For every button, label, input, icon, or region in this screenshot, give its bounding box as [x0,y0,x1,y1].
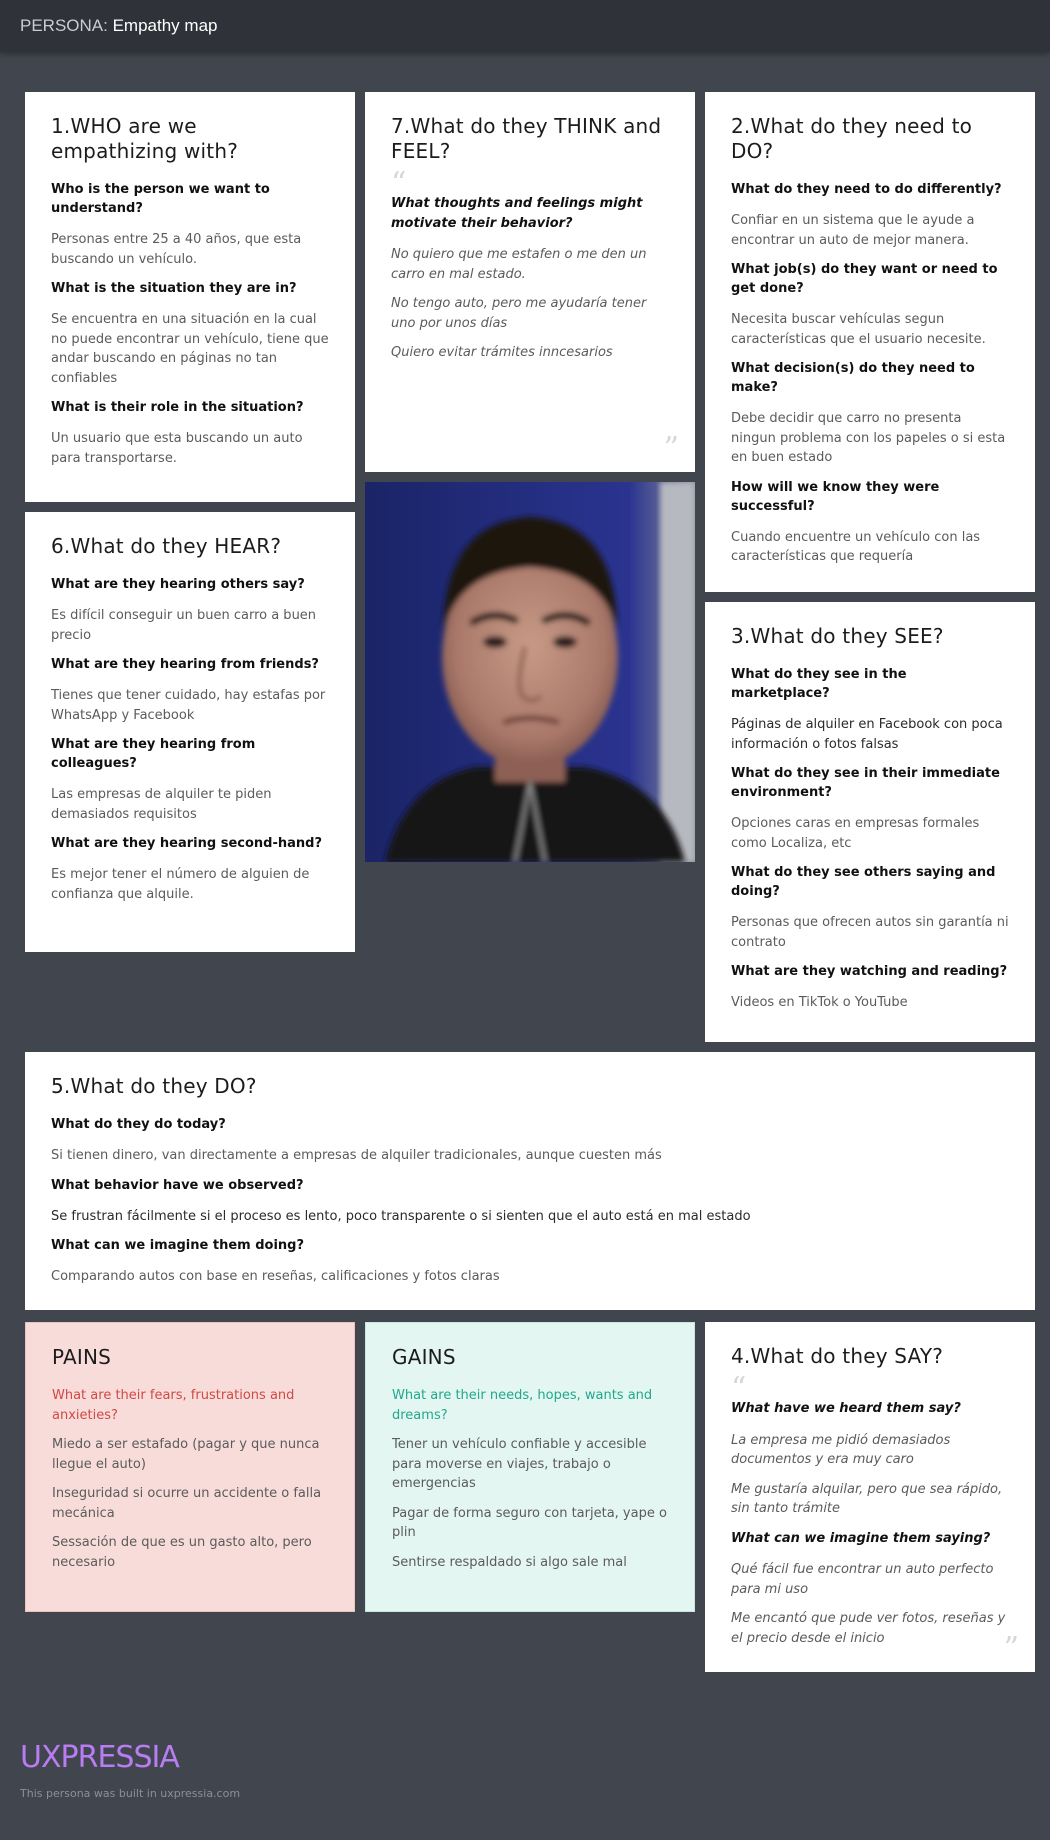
do-question: What behavior have we observed? [51,1177,304,1193]
gains-item: Pagar de forma seguro con tarjeta, yape … [392,1505,667,1541]
see-question: What do they see others saying and doing… [731,865,996,899]
pains-card: PAINS What are their fears, frustrations… [25,1322,355,1612]
close-quote-icon: ” [1003,1631,1019,1666]
who-question: What is their role in the situation? [51,400,304,415]
do-question: What do they do today? [51,1117,226,1132]
say-title: 4.What do they SAY? [731,1344,944,1368]
hear-answer: Es difícil conseguir un buen carro a bue… [51,608,317,643]
say-answer: Qué fácil fue encontrar un auto perfecto… [731,1562,994,1597]
do-answer: Comparando autos con base en reseñas, ca… [51,1269,500,1284]
open-quote-icon: “ [731,1371,747,1406]
hear-answer: Es mejor tener el número de alguien de c… [51,867,310,902]
say-answer: Me encantó que pude ver fotos, reseñas y… [731,1611,1006,1646]
pains-title: PAINS [52,1345,112,1369]
need-to-do-question: What do they need to do differently? [731,182,1002,197]
hear-question: What are they hearing from colleagues? [51,737,256,771]
do-answer: Si tienen dinero, van directamente a emp… [51,1148,662,1163]
say-question: What can we imagine them saying? [731,1530,991,1546]
hear-title: 6.What do they HEAR? [51,534,282,558]
who-answer: Se encuentra en una situación en la cual… [51,312,329,386]
say-answer: Me gustaría alquilar, pero que sea rápid… [731,1481,1003,1517]
need-to-do-answer: Cuando encuentre un vehículo con las car… [731,529,981,565]
need-to-do-card: 2.What do they need to DO? What do they … [705,92,1035,592]
hear-answer: Tienes que tener cuidado, hay estafas po… [51,688,326,723]
do-question: What can we imagine them doing? [51,1238,305,1253]
need-to-do-answer: Debe decidir que carro no presenta ningu… [731,411,1006,465]
gains-title: GAINS [392,1345,456,1369]
close-quote-icon: ” [663,431,679,466]
say-question: What have we heard them say? [731,1401,961,1416]
see-question: What are they watching and reading? [731,964,1008,979]
think-feel-answer: No tengo auto, pero me ayudaría tener un… [391,296,647,331]
hear-question: What are they hearing others say? [51,577,305,592]
hear-question: What are they hearing second-hand? [51,836,322,851]
need-to-do-question: What decision(s) do they need to make? [731,361,975,395]
see-question: What do they see in their immediate envi… [731,766,1000,800]
need-to-do-question: What job(s) do they want or need to get … [731,262,998,296]
hear-answer: Las empresas de alquiler te piden demasi… [51,787,272,822]
need-to-do-question: How will we know they were successful? [731,479,940,514]
see-answer: Páginas de alquiler en Facebook con poca… [731,717,1003,752]
need-to-do-answer: Necesita buscar vehículas segun caracter… [731,312,986,347]
see-title: 3.What do they SEE? [731,624,944,648]
say-card: 4.What do they SAY? “ What have we heard… [705,1322,1035,1672]
do-title: 5.What do they DO? [51,1074,257,1098]
who-answer: Un usuario que esta buscando un auto par… [51,431,303,466]
uxpressia-logo[interactable]: UXPRESSIA [20,1740,180,1775]
gains-card: GAINS What are their needs, hopes, wants… [365,1322,695,1612]
hear-question: What are they hearing from friends? [51,657,319,672]
pains-item: Miedo a ser estafado (pagar y que nunca … [52,1437,320,1472]
think-feel-card: 7.What do they THINK and FEEL? “ What th… [365,92,695,472]
need-to-do-title: 2.What do they need to DO? [731,114,973,163]
persona-portrait-image [365,482,695,862]
pains-item: Sessación de que es un gasto alto, pero … [52,1535,312,1570]
open-quote-icon: “ [391,166,407,201]
do-answer: Se frustran fácilmente si el proceso es … [51,1208,751,1224]
footer-credit: This persona was built in uxpressia.com [20,1787,241,1800]
page-title-prefix: PERSONA: [20,16,108,35]
pains-item: Inseguridad si ocurre un accidente o fal… [52,1486,322,1521]
pains-lead-question: What are their fears, frustrations and a… [52,1388,295,1423]
see-question: What do they see in the marketplace? [731,667,907,701]
do-card: 5.What do they DO? What do they do today… [25,1052,1035,1310]
hear-card: 6.What do they HEAR? What are they heari… [25,512,355,952]
need-to-do-answer: Confiar en un sistema que le ayude a enc… [731,213,975,248]
who-question: What is the situation they are in? [51,281,297,296]
see-answer: Personas que ofrecen autos sin garantía … [731,915,1009,950]
top-bar: PERSONA: Empathy map [0,0,1050,52]
who-question: Who is the person we want to understand? [51,182,270,216]
gains-item: Tener un vehículo confiable y accesible … [392,1437,647,1491]
persona-photo [365,482,695,862]
who-title: 1.WHO are we empathizing with? [51,114,239,163]
page-title-text: Empathy map [112,16,218,35]
see-answer: Videos en TikTok o YouTube [731,995,908,1010]
say-answer: La empresa me pidió demasiados documento… [731,1432,951,1468]
gains-item: Sentirse respaldado si algo sale mal [392,1554,627,1570]
think-feel-answer: No quiero que me estafen o me den un car… [391,247,647,282]
who-answer: Personas entre 25 a 40 años, que esta bu… [51,232,302,267]
think-feel-answer: Quiero evitar trámites inncesarios [391,345,613,360]
see-card: 3.What do they SEE? What do they see in … [705,602,1035,1042]
think-feel-question: What thoughts and feelings might motivat… [391,196,643,231]
think-feel-title: 7.What do they THINK and FEEL? [391,114,662,163]
page-title: PERSONA: Empathy map [20,16,217,36]
see-answer: Opciones caras en empresas formales como… [731,816,980,851]
gains-lead-question: What are their needs, hopes, wants and d… [392,1388,653,1423]
who-card: 1.WHO are we empathizing with? Who is th… [25,92,355,502]
